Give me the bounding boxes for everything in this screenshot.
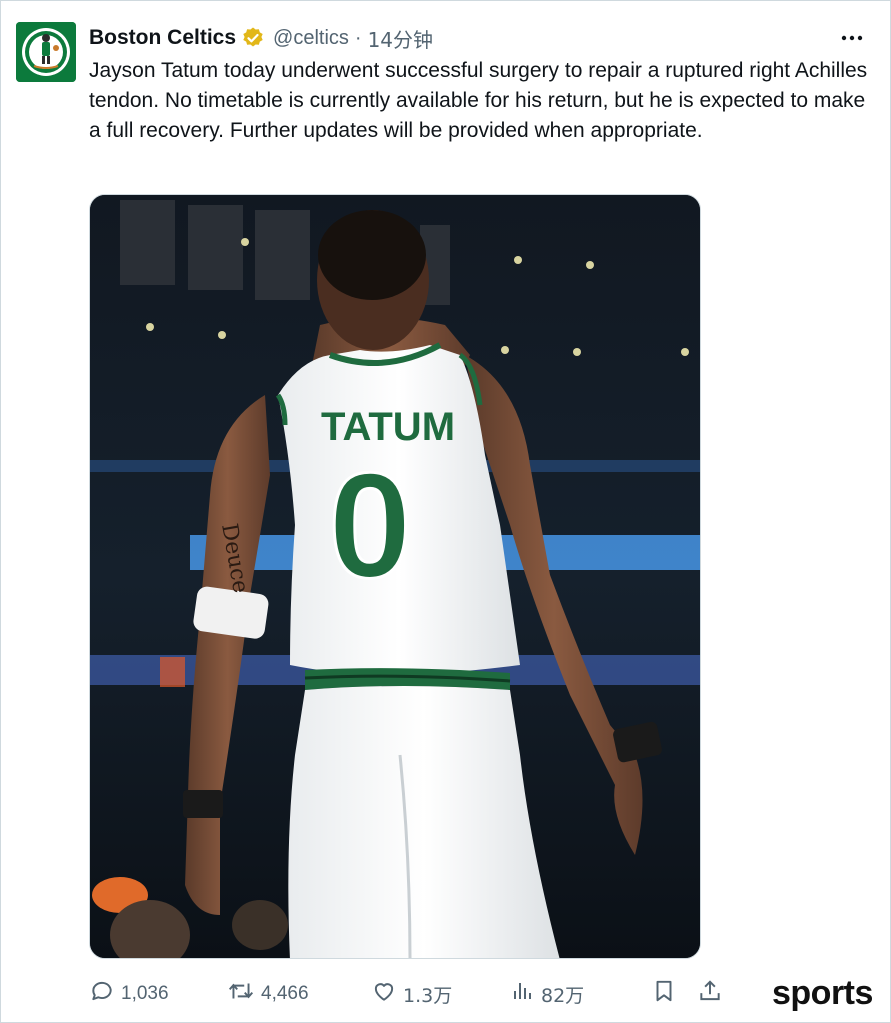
views-button[interactable]: 82万 bbox=[511, 978, 584, 1010]
views-bar-chart-icon bbox=[511, 978, 535, 1010]
avatar[interactable] bbox=[16, 22, 76, 82]
tweet-header: Boston Celtics @celtics · 14分钟 bbox=[89, 24, 433, 52]
author-name[interactable]: Boston Celtics bbox=[89, 26, 236, 50]
more-dots-icon[interactable] bbox=[838, 26, 866, 50]
share-upload-icon bbox=[697, 978, 723, 1010]
share-button[interactable] bbox=[697, 978, 723, 1010]
separator-dot: · bbox=[354, 26, 362, 49]
like-button[interactable]: 1.3万 bbox=[371, 978, 452, 1010]
like-count: 1.3万 bbox=[403, 984, 453, 1007]
sports-watermark: sports bbox=[772, 974, 873, 1012]
bookmark-icon bbox=[651, 978, 677, 1010]
author-handle[interactable]: @celtics bbox=[273, 27, 349, 50]
bookmark-button[interactable] bbox=[651, 978, 677, 1010]
jersey-number: 0 bbox=[328, 441, 411, 609]
retweet-icon bbox=[227, 978, 255, 1010]
views-count: 82万 bbox=[541, 984, 585, 1007]
tweet-time[interactable]: 14分钟 bbox=[368, 24, 433, 53]
tweet-text: Jayson Tatum today underwent successful … bbox=[89, 59, 868, 142]
reply-count: 1,036 bbox=[121, 983, 169, 1004]
gold-verified-badge-icon bbox=[241, 26, 265, 50]
heart-icon bbox=[371, 978, 397, 1010]
reply-button[interactable]: 1,036 bbox=[89, 978, 169, 1010]
retweet-button[interactable]: 4,466 bbox=[227, 978, 309, 1010]
retweet-count: 4,466 bbox=[261, 983, 309, 1004]
reply-icon bbox=[89, 978, 115, 1010]
tweet-actions-bar: 1,036 4,466 1.3万 82万 bbox=[89, 978, 879, 1010]
tweet-media-photo[interactable]: TATUM 0 Deuce bbox=[89, 194, 701, 959]
